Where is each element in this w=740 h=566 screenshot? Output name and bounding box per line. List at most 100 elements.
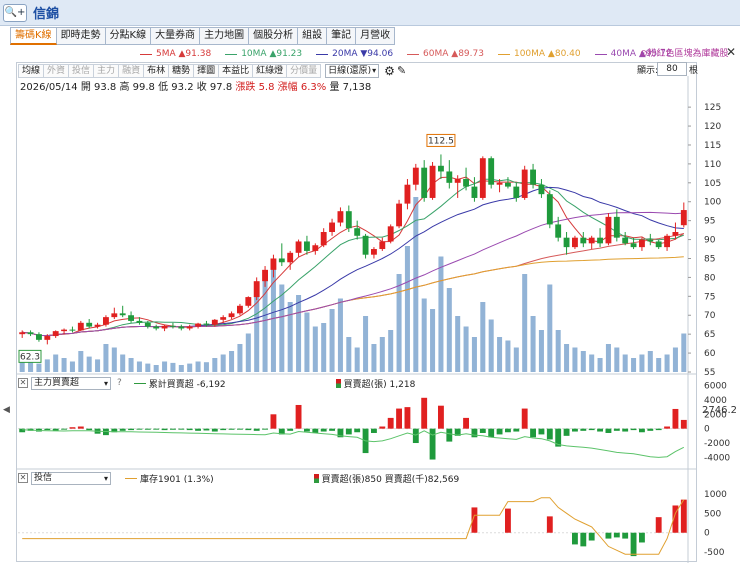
volume-bar-16 (153, 365, 159, 372)
panel2-bar-21 (195, 428, 201, 431)
candle-body-14 (136, 320, 143, 323)
panel3-bar-73 (630, 532, 637, 557)
candle-body-6 (69, 329, 76, 331)
volume-bar-5 (61, 358, 67, 372)
panel2-bar-23 (211, 428, 218, 432)
candle-body-54 (471, 186, 478, 198)
candle-body-50 (438, 165, 444, 172)
price-tick-label-110: 110 (704, 160, 721, 170)
volume-bar-13 (128, 358, 134, 372)
candle-body-76 (655, 241, 662, 248)
panel2-bar-17 (161, 428, 168, 431)
volume-bar-59 (513, 347, 519, 372)
panel2-bar-79 (680, 419, 687, 429)
volume-bar-66 (572, 347, 578, 372)
panel2-close-icon[interactable]: ✕ (18, 378, 28, 388)
panel2-bar-39 (345, 428, 352, 435)
panel2-bar-55 (479, 428, 486, 433)
candle-body-30 (270, 258, 277, 270)
candle-body-43 (379, 241, 386, 250)
volume-bar-25 (229, 351, 235, 372)
price-tick-label-120: 120 (704, 122, 721, 132)
volume-bar-41 (363, 316, 369, 372)
panel2-bar-0 (19, 428, 26, 433)
volume-bar-47 (413, 197, 419, 372)
panel2-bar-47 (412, 428, 419, 444)
price-tick-label-105: 105 (704, 179, 721, 189)
price-tick-label-100: 100 (704, 198, 721, 208)
panel2-bar-60 (521, 408, 528, 429)
volume-bar-39 (346, 337, 352, 372)
panel3-close-icon[interactable]: ✕ (18, 473, 28, 483)
candle-body-41 (362, 235, 369, 255)
volume-bar-56 (488, 319, 494, 372)
candle-body-66 (572, 237, 578, 248)
volume-bar-42 (371, 344, 377, 372)
volume-bar-77 (664, 354, 670, 372)
volume-bar-50 (438, 256, 444, 372)
panel3-bar-79 (680, 499, 687, 533)
panel2-legend-bars-text: 買賣超(張) 1,218 (343, 379, 416, 390)
volume-bar-35 (312, 326, 318, 372)
ma-line-10 (22, 178, 684, 337)
candle-body-52 (454, 179, 461, 183)
panel2-cumulative-line (22, 429, 685, 458)
low-annotation-label: 62.3 (20, 352, 40, 362)
panel2-header: ✕ 主力買賣超 ? 累計買賣超 -6,192 買賣超(張) 1,218 (18, 376, 415, 390)
volume-bar-32 (287, 302, 293, 372)
candle-body-46 (404, 184, 411, 204)
help-icon[interactable]: ? (117, 378, 122, 388)
collapse-arrow-icon[interactable]: ◀ (3, 405, 10, 415)
volume-bar-17 (162, 361, 168, 372)
price-tick-label-95: 95 (704, 217, 715, 227)
volume-bar-64 (555, 330, 561, 372)
candle-body-72 (622, 237, 629, 244)
candle-body-71 (613, 216, 620, 238)
volume-bar-34 (304, 312, 310, 372)
volume-bar-52 (455, 316, 461, 372)
volume-bar-65 (564, 344, 570, 372)
candle-body-47 (412, 167, 419, 185)
volume-bar-9 (95, 359, 101, 372)
volume-bar-22 (203, 362, 209, 372)
candle-body-44 (387, 226, 394, 242)
panel3-legend-bars: 買賣超(張)850 買賣超(千)82,569 (313, 472, 459, 485)
price-tick-label-90: 90 (704, 236, 716, 246)
panel2-bar-69 (597, 428, 603, 432)
panel2-indicator-select[interactable]: 主力買賣超 (31, 376, 111, 390)
panel2-bar-66 (572, 428, 578, 432)
volume-bar-79 (681, 333, 687, 372)
candle-body-24 (220, 317, 227, 320)
candle-body-74 (639, 239, 645, 248)
candle-body-33 (295, 241, 302, 253)
candle-body-22 (203, 323, 210, 325)
panel2-bar-63 (546, 428, 553, 440)
high-annotation-label: 112.5 (428, 136, 454, 146)
panel2-bar-62 (538, 428, 545, 435)
panel2-bar-45 (396, 408, 402, 429)
candle-body-55 (479, 158, 486, 198)
volume-bar-7 (78, 351, 84, 372)
volume-bar-26 (237, 344, 243, 372)
volume-bar-60 (522, 274, 528, 372)
volume-bar-44 (388, 330, 394, 372)
candle-body-5 (61, 329, 67, 332)
volume-bar-38 (337, 298, 343, 372)
panel2-tick-label-0: 0 (704, 425, 710, 435)
panel3-bar-72 (622, 532, 629, 539)
panel3-indicator-select[interactable]: 投信 (31, 471, 111, 485)
panel2-bar-14 (136, 428, 143, 430)
panel2-bar-24 (220, 428, 227, 431)
candle-body-25 (228, 313, 235, 318)
volume-bar-45 (396, 274, 402, 372)
panel2-bar-26 (237, 428, 243, 430)
volume-bar-73 (631, 358, 637, 372)
price-tick-label-125: 125 (704, 103, 721, 113)
panel2-bar-58 (505, 428, 511, 433)
candle-body-77 (664, 235, 670, 248)
volume-bar-75 (647, 351, 653, 372)
volume-bar-43 (379, 337, 385, 372)
price-tick-label-60: 60 (704, 349, 716, 359)
panel2-bar-5 (61, 428, 67, 430)
candle-body-4 (52, 331, 59, 337)
